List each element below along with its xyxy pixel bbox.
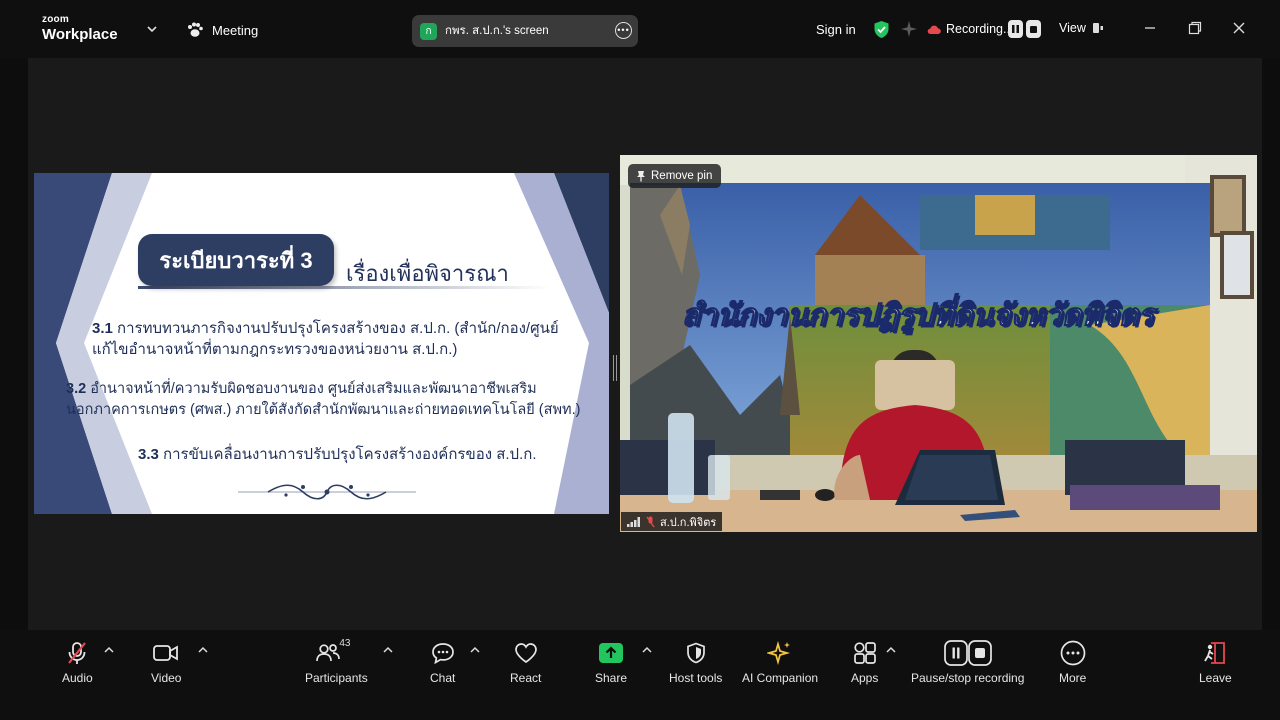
slide-item-text-2: นอกภาคการเกษตร (ศพส.) ภายใต้สังกัดสำนักพ… — [66, 402, 581, 418]
video-scene — [620, 155, 1257, 532]
slide-subtitle: เรื่องเพื่อพิจารณา — [346, 261, 509, 286]
remove-pin-button[interactable]: Remove pin — [628, 164, 722, 188]
pause-stop-recording-button[interactable]: Pause/stop recording — [911, 640, 1024, 685]
minimize-icon[interactable] — [1142, 20, 1158, 36]
host-tools-button[interactable]: Host tools — [669, 640, 722, 685]
logo-workplace-text: Workplace — [42, 26, 118, 43]
audio-options-chevron-icon[interactable] — [104, 646, 114, 654]
decorative-flourish-icon — [238, 484, 416, 500]
slide-item-text-2: แก้ไขอำนาจหน้าที่ตามกฎกระทรวงของหน่วยงาน… — [92, 341, 458, 358]
cloud-recording-icon — [927, 25, 941, 34]
pause-stop-recording-label: Pause/stop recording — [911, 671, 1025, 685]
leave-door-icon — [1204, 642, 1226, 664]
view-label: View — [1059, 21, 1086, 35]
recording-controls — [1008, 20, 1041, 38]
slide-item-text: การทบทวนภารกิจงานปรับปรุงโครงสร้างของ ส.… — [117, 320, 559, 337]
more-icon — [1060, 640, 1086, 666]
microphone-muted-icon — [68, 642, 87, 664]
share-options-chevron-icon[interactable] — [642, 646, 652, 654]
leave-button[interactable]: Leave — [1199, 640, 1232, 685]
leave-label: Leave — [1199, 671, 1232, 685]
participant-name-tag: ส.ป.ก.พิจิตร — [621, 512, 723, 531]
chat-options-chevron-icon[interactable] — [470, 646, 480, 654]
split-view-divider[interactable] — [613, 355, 617, 381]
apps-options-chevron-icon[interactable] — [886, 646, 896, 654]
participant-name: ส.ป.ก.พิจิตร — [660, 516, 717, 529]
chat-label: Chat — [430, 671, 456, 685]
heart-icon — [514, 643, 537, 664]
slide-item-number: 3.2 — [66, 381, 87, 397]
paw-icon — [188, 22, 203, 37]
remove-pin-label: Remove pin — [651, 170, 713, 182]
share-label: Share — [595, 671, 628, 685]
ai-companion-label: AI Companion — [742, 671, 819, 685]
react-button[interactable]: React — [510, 640, 541, 685]
apps-label: Apps — [851, 671, 879, 685]
title-bar: zoom Workplace Meeting ก กพร. ส.ป.ก.'s s… — [0, 0, 1280, 58]
slide-item-text: อำนาจหน้าที่/ความรับผิดชอบงานของ ศูนย์ส่… — [90, 381, 537, 397]
slide-agenda-title: ระเบียบวาระที่ 3 — [138, 234, 334, 286]
speaker-view-icon — [1092, 23, 1103, 33]
share-button[interactable]: Share — [595, 640, 627, 685]
pause-recording-icon[interactable] — [1008, 20, 1023, 38]
banner-text: สำนักงานการปฏิรูปที่ดินจังหวัดพิจิตร — [681, 298, 1155, 332]
host-shield-icon — [686, 642, 705, 664]
slide-item-3-1: 3.1 การทบทวนภารกิจงานปรับปรุงโครงสร้างขอ… — [92, 318, 559, 360]
slide-item-number: 3.3 — [138, 446, 159, 463]
slide-item-number: 3.1 — [92, 320, 113, 337]
stop-recording-icon[interactable] — [1026, 20, 1041, 38]
signal-strength-icon — [627, 516, 640, 527]
sign-in-link[interactable]: Sign in — [816, 22, 856, 37]
react-label: React — [510, 671, 542, 685]
host-tools-label: Host tools — [669, 671, 723, 685]
slide-item-3-3: 3.3 การขับเคลื่อนงานการปรับปรุงโครงสร้าง… — [138, 444, 537, 465]
pause-stop-recording-icon — [943, 640, 992, 666]
view-menu[interactable]: View — [1059, 21, 1104, 35]
logo-zoom-text: zoom — [42, 14, 69, 25]
video-options-chevron-icon[interactable] — [198, 646, 208, 654]
participant-video[interactable]: สำนักงานการปฏิรูปที่ดินจังหวัดพิจิตร — [620, 155, 1257, 532]
restore-icon[interactable] — [1187, 20, 1203, 36]
more-button[interactable]: More — [1059, 640, 1086, 685]
video-button[interactable]: Video — [151, 640, 181, 685]
shared-screen-pill[interactable]: ก กพร. ส.ป.ก.'s screen ••• — [412, 15, 638, 47]
participants-label: Participants — [305, 671, 368, 685]
meeting-toolbar: Audio Video 43 Participants Chat React S… — [0, 630, 1280, 720]
recording-status: Recording... — [946, 22, 1014, 36]
more-label: More — [1059, 671, 1087, 685]
security-shield-icon[interactable] — [873, 20, 890, 39]
pin-icon — [637, 171, 645, 182]
participants-options-chevron-icon[interactable] — [383, 646, 393, 654]
meeting-label: Meeting — [212, 22, 259, 38]
participants-count: 43 — [339, 638, 351, 649]
meeting-menu[interactable]: Meeting — [186, 22, 258, 38]
apps-icon — [853, 642, 876, 664]
ai-companion-button[interactable]: AI Companion — [742, 640, 818, 685]
recording-indicator[interactable]: Recording... — [927, 22, 1013, 36]
audio-label: Audio — [62, 671, 93, 685]
share-screen-icon — [599, 643, 624, 663]
ai-companion-sparkle-icon — [767, 641, 791, 665]
zoom-workplace-logo[interactable]: zoom Workplace — [42, 14, 118, 43]
chat-button[interactable]: Chat — [430, 640, 455, 685]
close-icon[interactable] — [1231, 20, 1247, 36]
more-options-icon[interactable]: ••• — [615, 22, 632, 39]
chevron-down-icon[interactable] — [146, 23, 158, 35]
video-camera-icon — [153, 645, 179, 661]
ai-sparkle-icon[interactable] — [900, 20, 918, 38]
slide-item-text: การขับเคลื่อนงานการปรับปรุงโครงสร้างองค์… — [163, 446, 537, 463]
participants-icon — [316, 644, 341, 662]
audio-button[interactable]: Audio — [62, 640, 93, 685]
sharer-avatar: ก — [420, 22, 437, 40]
muted-mic-icon — [646, 516, 655, 527]
slide-item-3-2: 3.2 อำนาจหน้าที่/ความรับผิดชอบงานของ ศูน… — [66, 379, 580, 421]
shared-slide: ระเบียบวาระที่ 3 เรื่องเพื่อพิจารณา 3.1 … — [34, 173, 609, 514]
participants-button[interactable]: 43 Participants — [305, 638, 368, 685]
video-label: Video — [151, 671, 182, 685]
apps-button[interactable]: Apps — [851, 640, 878, 685]
chat-bubble-icon — [431, 643, 454, 664]
shared-screen-title: กพร. ส.ป.ก.'s screen — [445, 25, 549, 37]
